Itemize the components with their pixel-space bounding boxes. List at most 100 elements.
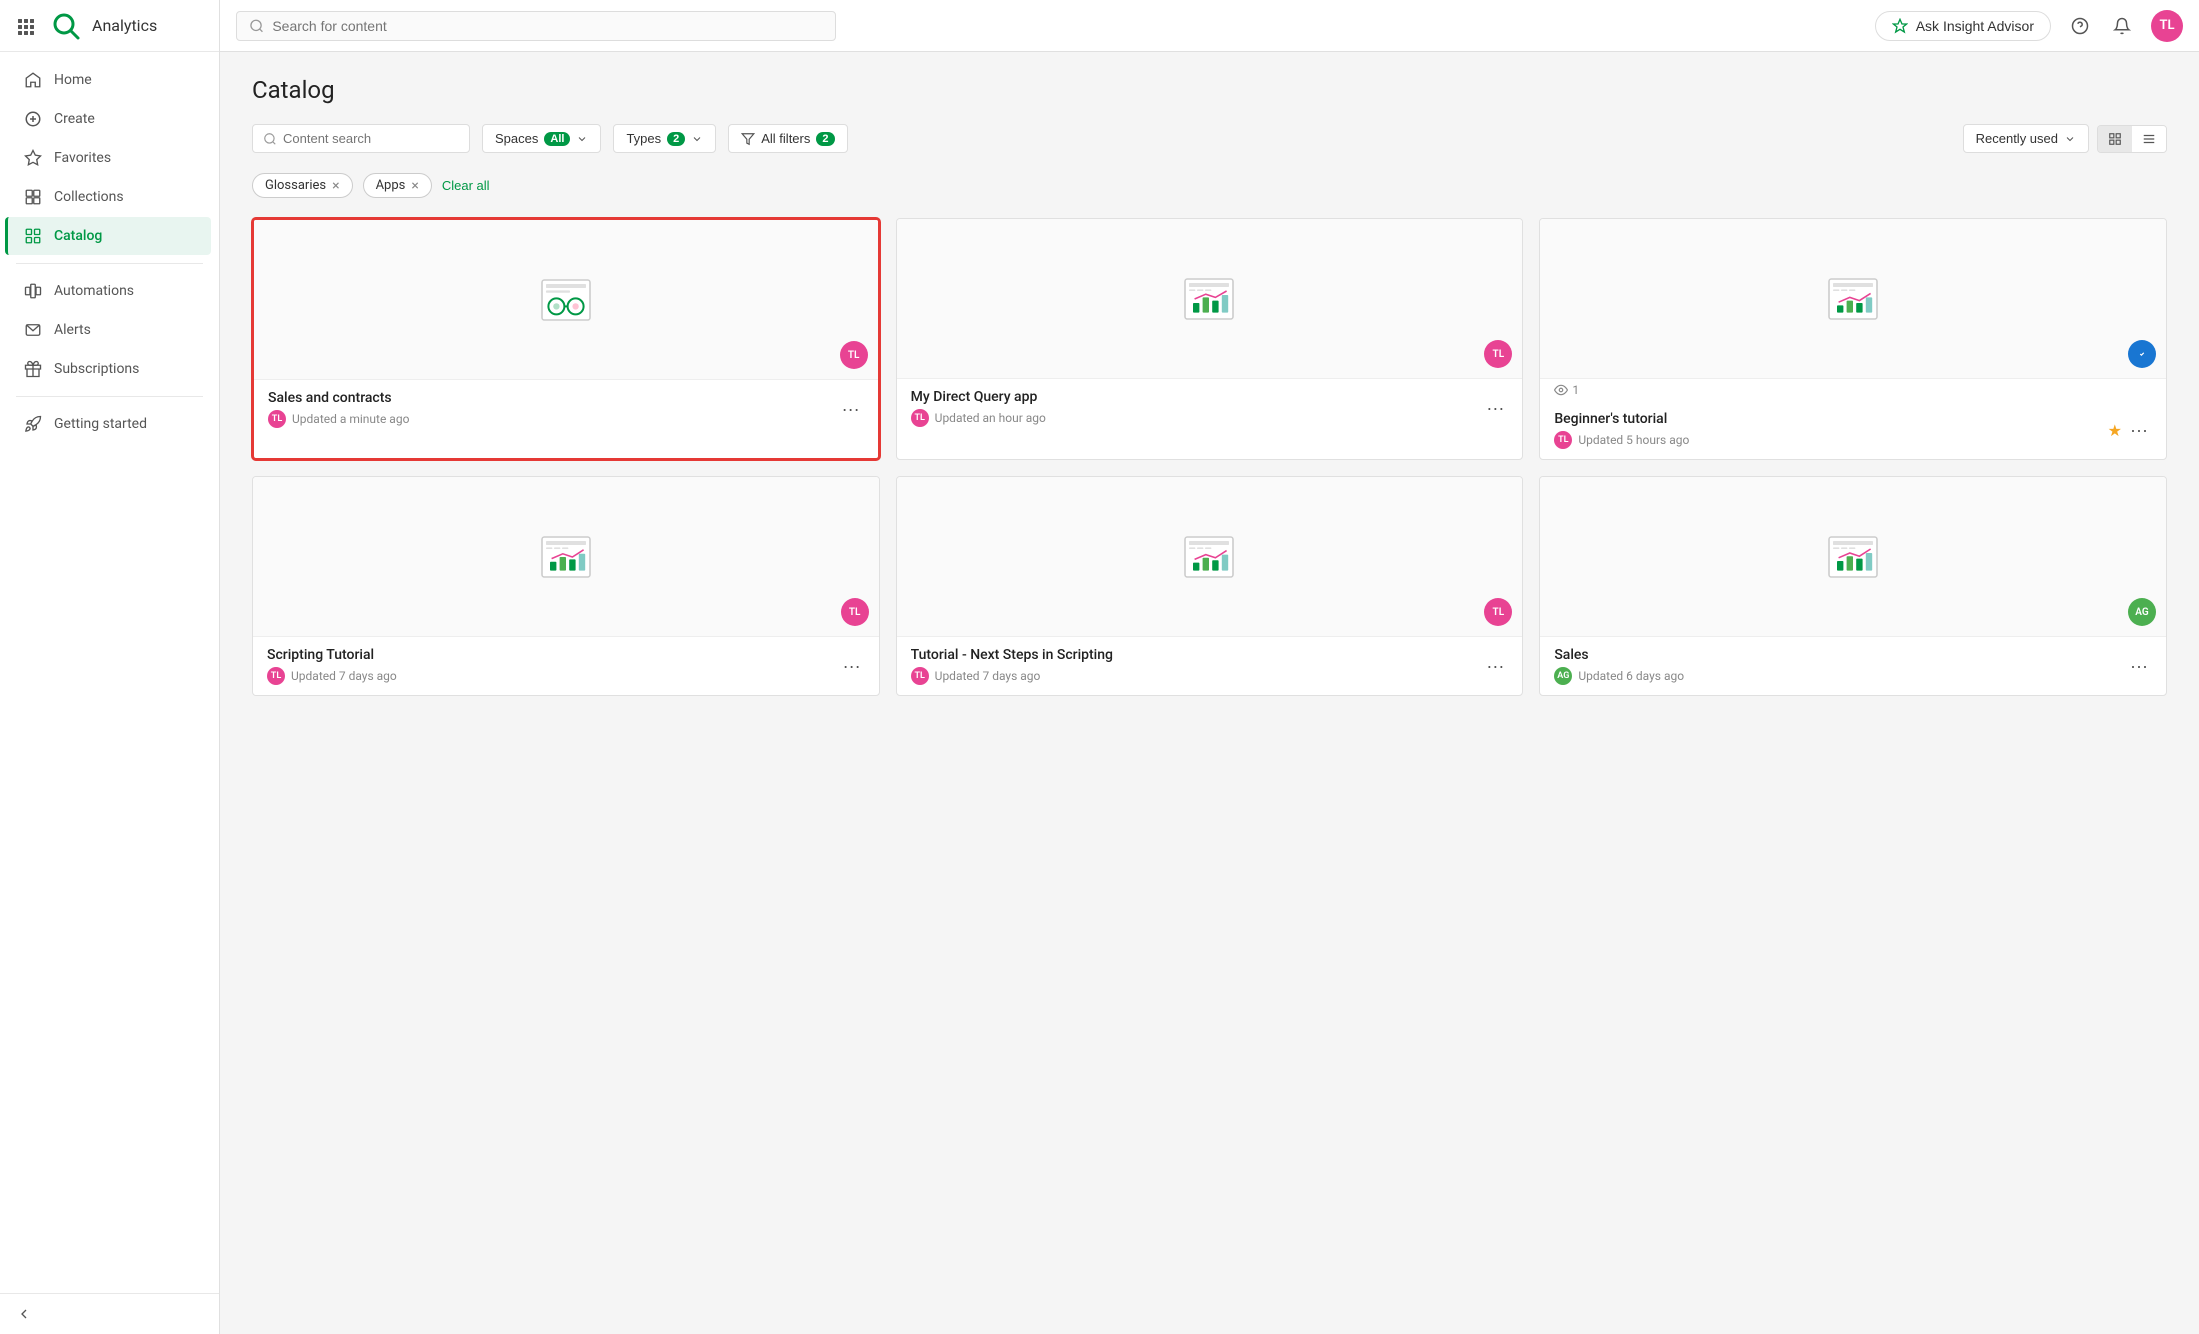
insight-advisor-label: Ask Insight Advisor xyxy=(1916,18,2034,34)
global-search-input[interactable] xyxy=(272,18,823,34)
apps-filter-chip[interactable]: Apps × xyxy=(363,173,432,198)
grid-view-button[interactable] xyxy=(2098,126,2132,152)
global-search-box[interactable] xyxy=(236,11,836,41)
sidebar-collapse-button[interactable] xyxy=(0,1293,219,1334)
card-meta-avatar: TL xyxy=(268,410,286,428)
glossaries-filter-chip[interactable]: Glossaries × xyxy=(252,173,353,198)
sort-button[interactable]: Recently used xyxy=(1963,124,2089,153)
grid-icon xyxy=(2108,132,2122,146)
sidebar-item-home[interactable]: Home xyxy=(8,61,211,99)
sidebar-item-collections[interactable]: Collections xyxy=(8,178,211,216)
list-view-button[interactable] xyxy=(2132,126,2166,152)
filter-icon xyxy=(741,132,755,146)
card-blue-badge xyxy=(2128,340,2156,368)
card-footer: Beginner's tutorial TL Updated 5 hours a… xyxy=(1540,401,2166,459)
card-footer: Sales AG Updated 6 days ago ··· xyxy=(1540,637,2166,695)
app-icon-5 xyxy=(1821,525,1885,589)
menu-toggle-button[interactable] xyxy=(16,16,36,36)
card-title: Tutorial - Next Steps in Scripting xyxy=(911,647,1483,663)
card-footer: My Direct Query app TL Updated an hour a… xyxy=(897,379,1523,437)
filters-right: Recently used xyxy=(1963,124,2167,153)
card-meta: AG Updated 6 days ago xyxy=(1554,667,2126,685)
card-title: Sales and contracts xyxy=(268,390,838,406)
sidebar-item-automations-label: Automations xyxy=(54,283,134,299)
help-button[interactable] xyxy=(2067,13,2093,39)
types-count-badge: 2 xyxy=(667,132,685,146)
insight-advisor-button[interactable]: Ask Insight Advisor xyxy=(1875,11,2051,41)
card-actions: ··· xyxy=(839,654,865,679)
card-meta-text: Updated an hour ago xyxy=(935,411,1046,425)
spaces-value-badge: All xyxy=(544,132,570,146)
card-next-steps-scripting[interactable]: TL Tutorial - Next Steps in Scripting TL… xyxy=(896,476,1524,696)
card-info: Scripting Tutorial TL Updated 7 days ago xyxy=(267,647,839,685)
sidebar: Analytics Home Create xyxy=(0,0,220,1334)
card-meta: TL Updated an hour ago xyxy=(911,409,1483,427)
card-sales-contracts[interactable]: TL Sales and contracts TL Updated a minu… xyxy=(252,218,880,460)
card-info: Tutorial - Next Steps in Scripting TL Up… xyxy=(911,647,1483,685)
card-more-button[interactable]: ··· xyxy=(1482,396,1508,421)
card-star[interactable]: ★ xyxy=(2108,421,2122,440)
card-info: Sales and contracts TL Updated a minute … xyxy=(268,390,838,428)
card-preview xyxy=(1540,219,2166,379)
sidebar-item-catalog-label: Catalog xyxy=(54,228,102,244)
app-name-label: Analytics xyxy=(92,16,157,35)
card-footer: Sales and contracts TL Updated a minute … xyxy=(254,380,878,438)
card-more-button[interactable]: ··· xyxy=(1482,654,1508,679)
sidebar-item-favorites[interactable]: Favorites xyxy=(8,139,211,177)
all-filters-count-badge: 2 xyxy=(816,132,834,146)
alerts-icon xyxy=(24,321,42,339)
card-beginners-tutorial[interactable]: 1 Beginner's tutorial TL Updated 5 hours… xyxy=(1539,218,2167,460)
home-icon xyxy=(24,71,42,89)
collections-icon xyxy=(24,188,42,206)
active-filters: Glossaries × Apps × Clear all xyxy=(252,173,2167,198)
card-title: My Direct Query app xyxy=(911,389,1483,405)
clear-all-button[interactable]: Clear all xyxy=(442,178,490,193)
sidebar-item-create-label: Create xyxy=(54,111,95,127)
sidebar-item-favorites-label: Favorites xyxy=(54,150,111,166)
notifications-button[interactable] xyxy=(2109,13,2135,39)
sparkle-icon xyxy=(1892,18,1908,34)
content-search-icon xyxy=(263,132,277,146)
card-more-button[interactable]: ··· xyxy=(2126,654,2152,679)
card-meta-avatar-ag: AG xyxy=(1554,667,1572,685)
card-more-button[interactable]: ··· xyxy=(839,654,865,679)
card-title: Scripting Tutorial xyxy=(267,647,839,663)
card-meta: TL Updated a minute ago xyxy=(268,410,838,428)
nav-divider-2 xyxy=(16,396,203,397)
card-preview: TL xyxy=(897,219,1523,379)
page-title: Catalog xyxy=(252,76,2167,104)
card-meta-avatar: TL xyxy=(1554,431,1572,449)
sidebar-item-catalog[interactable]: Catalog xyxy=(5,217,211,255)
sidebar-item-alerts[interactable]: Alerts xyxy=(8,311,211,349)
card-sales[interactable]: AG Sales AG Updated 6 days ago ··· xyxy=(1539,476,2167,696)
spaces-filter-button[interactable]: Spaces All xyxy=(482,124,601,153)
apps-chip-remove[interactable]: × xyxy=(411,179,418,193)
user-avatar[interactable]: TL xyxy=(2151,10,2183,42)
app-logo[interactable]: Analytics xyxy=(0,0,219,52)
card-my-direct-query[interactable]: TL My Direct Query app TL Updated an hou… xyxy=(896,218,1524,460)
sidebar-item-getting-started[interactable]: Getting started xyxy=(8,405,211,443)
card-meta-text: Updated 7 days ago xyxy=(291,669,397,683)
card-info: Sales AG Updated 6 days ago xyxy=(1554,647,2126,685)
sidebar-item-subscriptions[interactable]: Subscriptions xyxy=(8,350,211,388)
topbar-right: Ask Insight Advisor TL xyxy=(1875,10,2183,42)
card-scripting-tutorial[interactable]: TL Scripting Tutorial TL Updated 7 days … xyxy=(252,476,880,696)
catalog-icon xyxy=(24,227,42,245)
spaces-label: Spaces xyxy=(495,131,538,146)
card-actions: ··· xyxy=(1482,654,1508,679)
spaces-chevron-icon xyxy=(576,133,588,145)
app-icon-2 xyxy=(1821,267,1885,331)
sidebar-item-automations[interactable]: Automations xyxy=(8,272,211,310)
rocket-icon xyxy=(24,415,42,433)
card-more-button[interactable]: ··· xyxy=(2126,418,2152,443)
glossaries-chip-label: Glossaries xyxy=(265,178,326,193)
card-more-button[interactable]: ··· xyxy=(838,397,864,422)
types-filter-button[interactable]: Types 2 xyxy=(613,124,716,153)
card-preview: TL xyxy=(254,220,878,380)
sidebar-item-create[interactable]: Create xyxy=(8,100,211,138)
all-filters-button[interactable]: All filters 2 xyxy=(728,124,847,153)
content-search-box[interactable] xyxy=(252,124,470,153)
app-icon-4 xyxy=(1177,525,1241,589)
content-search-input[interactable] xyxy=(283,131,459,146)
glossaries-chip-remove[interactable]: × xyxy=(332,179,339,193)
